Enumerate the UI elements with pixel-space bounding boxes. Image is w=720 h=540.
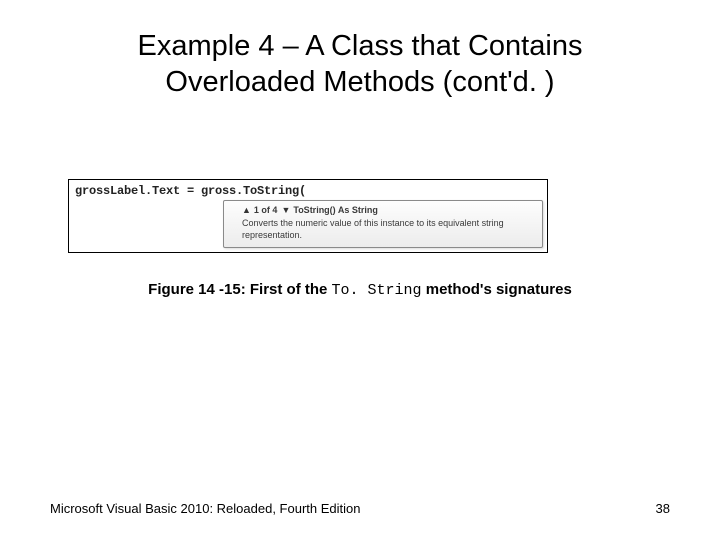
title-line-2: Overloaded Methods (cont'd. ) — [165, 66, 554, 98]
tooltip-signature-line: ▲ 1 of 4 ▼ ToString() As String — [242, 205, 536, 217]
slide-footer: Microsoft Visual Basic 2010: Reloaded, F… — [50, 501, 670, 516]
figure-area: grossLabel.Text = gross.ToString( ▲ 1 of… — [50, 179, 670, 299]
footer-page-number: 38 — [656, 501, 670, 516]
tooltip-signature: ToString() As String — [293, 205, 378, 217]
title-line-1: Example 4 – A Class that Contains — [138, 30, 583, 62]
caption-suffix: method's signatures — [422, 281, 572, 298]
slide: Example 4 – A Class that Contains Overlo… — [0, 0, 720, 540]
tooltip-index: 1 of 4 — [254, 205, 278, 217]
footer-book-title: Microsoft Visual Basic 2010: Reloaded, F… — [50, 501, 360, 516]
code-line: grossLabel.Text = gross.ToString( — [69, 180, 547, 198]
intellisense-tooltip: ▲ 1 of 4 ▼ ToString() As String Converts… — [223, 200, 543, 248]
tooltip-description: Converts the numeric value of this insta… — [242, 218, 536, 241]
slide-title: Example 4 – A Class that Contains Overlo… — [50, 28, 670, 101]
code-box: grossLabel.Text = gross.ToString( ▲ 1 of… — [68, 179, 548, 253]
figure-caption: Figure 14 -15: First of the To. String m… — [50, 281, 670, 299]
caption-method-name: To. String — [332, 282, 422, 299]
caption-prefix: Figure 14 -15: First of the — [148, 281, 331, 298]
up-down-arrows-icon: ▼ — [281, 205, 289, 217]
up-down-arrows-icon: ▲ — [242, 205, 250, 217]
